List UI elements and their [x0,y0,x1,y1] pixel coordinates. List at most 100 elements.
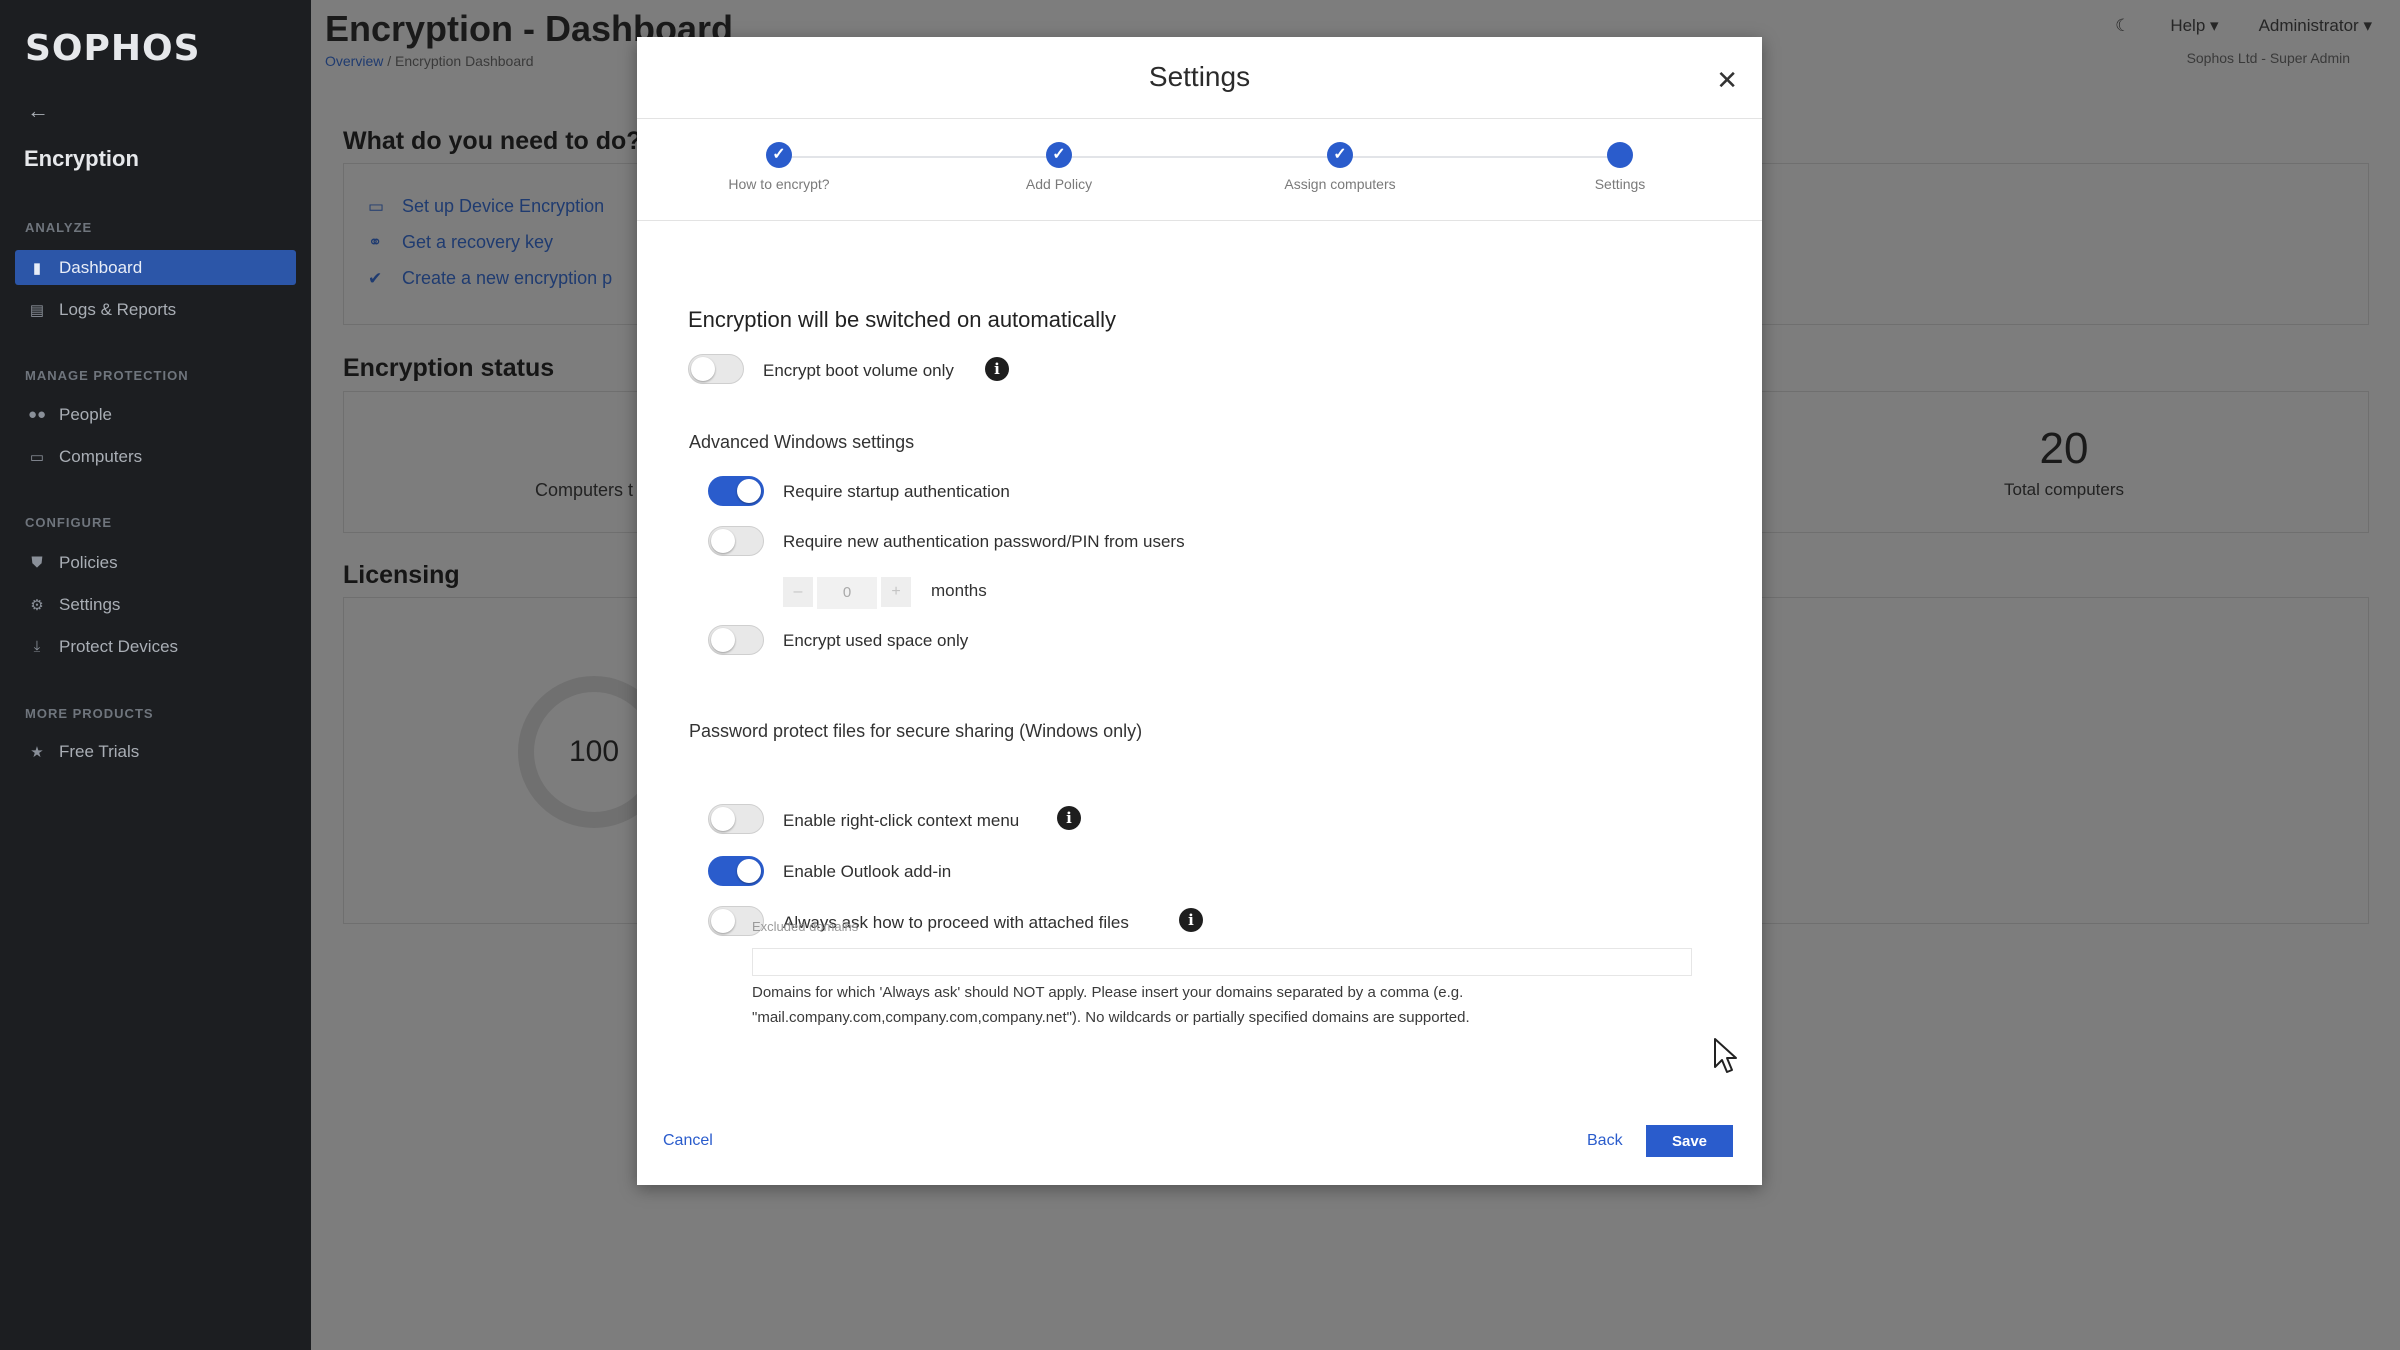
check-icon: ✓ [766,142,792,168]
back-link[interactable]: Back [1587,1132,1623,1150]
sidebar-item-label: Computers [59,446,143,466]
nav-group-configure: CONFIGURE [25,515,112,530]
breadcrumb-separator: / [387,53,392,69]
toggle-knob [711,628,735,652]
toggle-encrypt-used-space[interactable] [708,625,764,655]
clipboard-icon: ▤ [29,301,45,319]
admin-menu[interactable]: Administrator ▾ [2259,16,2372,36]
encryption-status-title: Encryption status [343,354,555,382]
step-label: Settings [1594,176,1646,192]
link-get-recovery-key[interactable]: ⚭ Get a recovery key [368,232,554,253]
step-add-policy[interactable]: ✓ Add Policy [959,142,1159,192]
toggle-require-new-pin[interactable] [708,526,764,556]
cancel-link[interactable]: Cancel [663,1132,713,1150]
sidebar-item-dashboard[interactable]: ▮ Dashboard [15,250,296,285]
encrypt-used-space-label: Encrypt used space only [783,631,969,650]
total-computers-label: Total computers [2004,480,2124,499]
toggle-encrypt-boot-volume[interactable] [688,354,744,384]
right-click-menu-label: Enable right-click context menu [783,811,1020,830]
check-icon: ✓ [1327,142,1353,168]
excluded-domains-input[interactable] [752,948,1692,976]
license-value: 100 [568,735,620,768]
todo-title: What do you need to do? [343,127,642,155]
help-label: Help [2170,16,2206,35]
gear-icon: ⚙ [30,596,44,614]
link-setup-device-encryption[interactable]: ▭ Set up Device Encryption [368,196,605,217]
sidebar-item-free-trials[interactable]: ★ Free Trials [15,734,296,769]
step-label: Assign computers [1284,176,1396,192]
stepper-divider [637,220,1762,221]
step-label: Add Policy [1025,176,1093,192]
toggle-knob [711,529,735,553]
toggle-knob [691,357,715,381]
section-title: Encryption [24,146,139,171]
toggle-right-click-menu[interactable] [708,804,764,834]
link-create-encryption-policy[interactable]: ✔ Create a new encryption p [368,268,613,289]
decrement-button[interactable]: – [783,577,813,607]
sidebar-item-label: Free Trials [59,741,140,761]
help-menu[interactable]: Help ▾ [2170,16,2218,36]
step-how-to-encrypt[interactable]: ✓ How to encrypt? [679,142,879,192]
toggle-knob [711,909,735,933]
require-startup-auth-label: Require startup authentication [783,482,1010,501]
total-computers-value: 20 [2039,424,2089,473]
download-icon: ⤓ [33,638,41,655]
increment-button[interactable]: + [881,577,911,607]
auto-encryption-heading: Encryption will be switched on automatic… [688,307,1116,332]
info-icon[interactable]: i [1179,908,1203,932]
sidebar-item-protect-devices[interactable]: ⤓ Protect Devices [15,629,296,664]
toggle-knob [737,479,761,503]
advanced-windows-heading: Advanced Windows settings [689,432,915,452]
wizard-progress-line [779,156,1620,158]
admin-label: Administrator [2258,16,2359,35]
nav-group-manage-protection: MANAGE PROTECTION [25,368,189,383]
link-label: Get a recovery key [402,232,554,252]
monitor-icon: ▭ [29,448,45,466]
people-icon: ●● [27,406,47,423]
sidebar-item-label: Logs & Reports [59,299,177,319]
months-input[interactable] [817,577,877,609]
top-bar: ☾ Help ▾ Administrator ▾ [2115,16,2372,36]
breadcrumb: Overview / Encryption Dashboard [325,53,534,69]
require-new-pin-label: Require new authentication password/PIN … [783,532,1185,551]
sidebar: SOPHOS ← Encryption ANALYZE ▮ Dashboard … [0,0,311,1350]
monitor-icon: ▭ [368,196,385,216]
info-icon[interactable]: i [985,357,1009,381]
shield-check-icon: ✔ [368,268,383,288]
licensing-title: Licensing [343,561,460,589]
current-step-dot [1607,142,1633,168]
sidebar-item-settings[interactable]: ⚙ Settings [15,587,296,622]
moon-icon[interactable]: ☾ [2115,16,2130,36]
bar-chart-icon: ▮ [32,259,42,277]
step-settings: Settings [1520,142,1720,192]
link-label: Set up Device Encryption [402,196,605,216]
org-label: Sophos Ltd - Super Admin [2186,50,2350,66]
settings-modal: Settings ✕ ✓ How to encrypt? ✓ Add Polic… [637,37,1762,1185]
breadcrumb-current: Encryption Dashboard [395,53,534,69]
chevron-down-icon: ▾ [2363,16,2372,35]
close-icon[interactable]: ✕ [1716,65,1738,96]
sidebar-item-computers[interactable]: ▭ Computers [15,439,296,474]
shield-icon: ⛊ [31,554,43,571]
mouse-cursor-icon [1714,1038,1737,1073]
info-icon[interactable]: i [1057,806,1081,830]
sidebar-item-label: Dashboard [59,257,143,277]
chevron-down-icon: ▾ [2210,16,2219,35]
months-label: months [931,581,987,600]
arrow-left-icon[interactable]: ← [27,98,49,124]
link-label: Create a new encryption p [402,268,613,288]
save-button[interactable]: Save [1646,1125,1733,1157]
sidebar-item-policies[interactable]: ⛊ Policies [15,545,296,580]
modal-header-divider [637,118,1762,119]
step-label: How to encrypt? [728,176,830,192]
toggle-outlook-addin[interactable] [708,856,764,886]
status-partial-label: Computers t [535,480,634,500]
toggle-require-startup-auth[interactable] [708,476,764,506]
step-assign-computers[interactable]: ✓ Assign computers [1240,142,1440,192]
sidebar-item-label: Protect Devices [59,636,179,656]
sidebar-item-logs-reports[interactable]: ▤ Logs & Reports [15,292,296,327]
breadcrumb-overview[interactable]: Overview [325,53,383,69]
sidebar-item-label: Settings [59,594,121,614]
sidebar-item-people[interactable]: ●● People [15,397,296,432]
excluded-domains-label: Excluded domains [752,919,859,934]
